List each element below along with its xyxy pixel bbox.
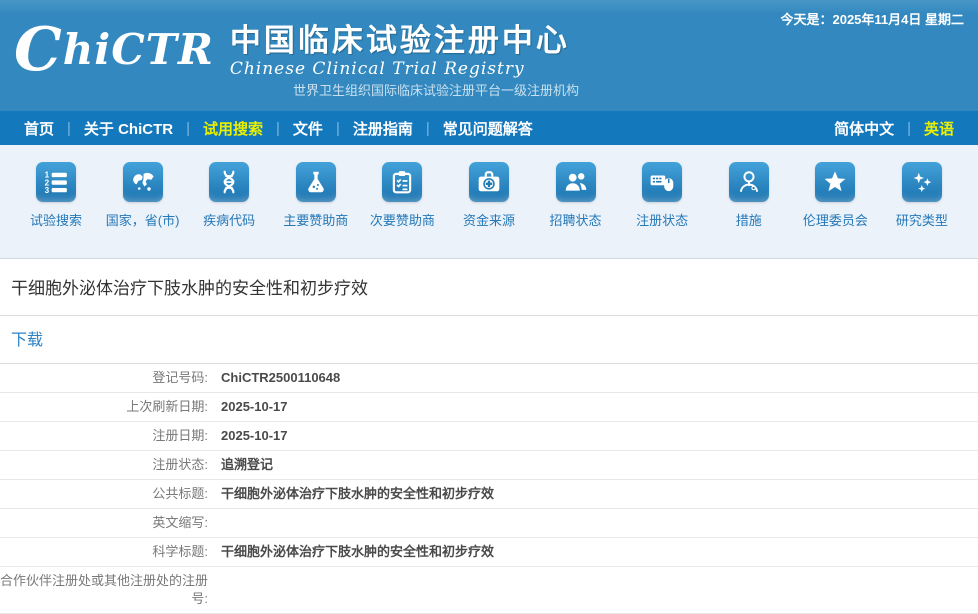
page-title: 干细胞外泌体治疗下肢水肿的安全性和初步疗效: [0, 259, 978, 316]
table-row: 公共标题:干细胞外泌体治疗下肢水肿的安全性和初步疗效: [0, 480, 978, 509]
svg-text:3: 3: [45, 186, 50, 195]
row-label: 登记号码:: [0, 364, 208, 392]
site-title-en: Chinese Clinical Trial Registry: [230, 58, 570, 80]
toolbar-item-label: 注册状态: [636, 211, 688, 230]
row-label: 注册日期:: [0, 422, 208, 450]
toolbar-item-label: 试验搜索: [30, 211, 82, 230]
current-date: 今天是：2025年11月4日 星期二: [780, 9, 964, 28]
table-row: 注册日期:2025-10-17: [0, 422, 978, 451]
row-label: 英文缩写:: [0, 509, 208, 537]
toolbar-item-2[interactable]: 疾病代码: [187, 162, 271, 230]
language-item-0[interactable]: 简体中文: [834, 118, 894, 139]
language-item-1[interactable]: 英语: [924, 118, 954, 139]
toolbar-item-label: 研究类型: [896, 211, 948, 230]
toolbar-item-0[interactable]: 123 试验搜索: [14, 162, 98, 230]
logo-letter: C: [14, 15, 63, 85]
star-icon: [815, 162, 855, 202]
logo-row: ChiCTR 中国临床试验注册中心 Chinese Clinical Trial…: [14, 18, 570, 82]
nav-item-3[interactable]: 文件: [293, 118, 323, 139]
row-label: 上次刷新日期:: [0, 393, 208, 421]
nav-separator: |: [336, 120, 340, 137]
toolbar-item-4[interactable]: 次要赞助商: [360, 162, 444, 230]
toolbar-item-6[interactable]: 招聘状态: [534, 162, 618, 230]
numbered-list-icon: 123: [36, 162, 76, 202]
toolbar-item-label: 伦理委员会: [803, 211, 868, 230]
toolbar-item-3[interactable]: 主要赞助商: [274, 162, 358, 230]
row-value: 追溯登记: [208, 456, 273, 474]
toolbar-item-label: 次要赞助商: [370, 211, 435, 230]
table-row: 科学标题:干细胞外泌体治疗下肢水肿的安全性和初步疗效: [0, 538, 978, 567]
dna-icon: [209, 162, 249, 202]
nav-item-1[interactable]: 关于 ChiCTR: [84, 118, 173, 139]
row-value: 干细胞外泌体治疗下肢水肿的安全性和初步疗效: [208, 543, 494, 561]
chictr-logo[interactable]: ChiCTR: [14, 18, 214, 82]
toolbar-item-label: 资金来源: [463, 211, 515, 230]
site-title-block: 中国临床试验注册中心 Chinese Clinical Trial Regist…: [230, 18, 570, 80]
toolbar-item-9[interactable]: 伦理委员会: [793, 162, 877, 230]
nav-item-2[interactable]: 试用搜索: [203, 118, 263, 139]
trial-detail-table: 登记号码:ChiCTR2500110648上次刷新日期:2025-10-17注册…: [0, 364, 978, 614]
toolbar-item-8[interactable]: 措施: [707, 162, 791, 230]
nav-item-4[interactable]: 注册指南: [353, 118, 413, 139]
row-value: 2025-10-17: [208, 427, 288, 445]
clipboard-checklist-icon: [382, 162, 422, 202]
sparkles-icon: [902, 162, 942, 202]
table-row: 合作伙伴注册处或其他注册处的注册号:: [0, 567, 978, 614]
table-row: 英文缩写:: [0, 509, 978, 538]
download-link[interactable]: 下载: [0, 316, 978, 364]
nav-item-0[interactable]: 首页: [24, 118, 54, 139]
row-label: 公共标题:: [0, 480, 208, 508]
flask-icon: [296, 162, 336, 202]
row-value: ChiCTR2500110648: [208, 369, 340, 387]
toolbar-item-label: 疾病代码: [203, 211, 255, 230]
nav-item-5[interactable]: 常见问题解答: [443, 118, 533, 139]
world-map-icon: [123, 162, 163, 202]
medical-kit-icon: [469, 162, 509, 202]
who-registry-line: 世界卫生组织国际临床试验注册平台一级注册机构: [293, 80, 579, 99]
nav-language-switch: 简体中文 | 英语: [834, 118, 954, 139]
toolbar-item-10[interactable]: 研究类型: [880, 162, 964, 230]
row-label: 科学标题:: [0, 538, 208, 566]
keyboard-mouse-icon: [642, 162, 682, 202]
nav-separator: |: [907, 120, 911, 137]
toolbar-item-1[interactable]: 国家，省(市): [101, 162, 185, 230]
row-label: 合作伙伴注册处或其他注册处的注册号:: [0, 567, 208, 613]
toolbar-item-label: 措施: [736, 211, 762, 230]
toolbar-item-label: 招聘状态: [550, 211, 602, 230]
toolbar-item-5[interactable]: 资金来源: [447, 162, 531, 230]
nav-separator: |: [426, 120, 430, 137]
search-icon-toolbar: 123 试验搜索 国家，省(市) 疾病代码 主要赞助商 次要赞助商 资金来源 招聘状态 注册状态…: [0, 145, 978, 259]
logo-rest: hiCTR: [63, 25, 214, 74]
toolbar-item-label: 国家，省(市): [106, 211, 180, 230]
table-row: 登记号码:ChiCTR2500110648: [0, 364, 978, 393]
nav-separator: |: [67, 120, 71, 137]
table-row: 上次刷新日期:2025-10-17: [0, 393, 978, 422]
doctor-icon: [729, 162, 769, 202]
row-value: 2025-10-17: [208, 398, 288, 416]
row-label: 注册状态:: [0, 451, 208, 479]
toolbar-item-label: 主要赞助商: [283, 211, 348, 230]
nav-left: 首页 | 关于 ChiCTR | 试用搜索 | 文件 | 注册指南 | 常见问题解答: [24, 118, 533, 139]
table-row: 注册状态:追溯登记: [0, 451, 978, 480]
row-value: 干细胞外泌体治疗下肢水肿的安全性和初步疗效: [208, 485, 494, 503]
site-title-cn: 中国临床试验注册中心: [230, 24, 570, 58]
nav-separator: |: [186, 120, 190, 137]
site-header: ChiCTR 中国临床试验注册中心 Chinese Clinical Trial…: [0, 0, 978, 111]
nav-separator: |: [276, 120, 280, 137]
people-icon: [556, 162, 596, 202]
main-nav: 首页 | 关于 ChiCTR | 试用搜索 | 文件 | 注册指南 | 常见问题解答 简体中文 | 英语: [0, 111, 978, 145]
toolbar-item-7[interactable]: 注册状态: [620, 162, 704, 230]
